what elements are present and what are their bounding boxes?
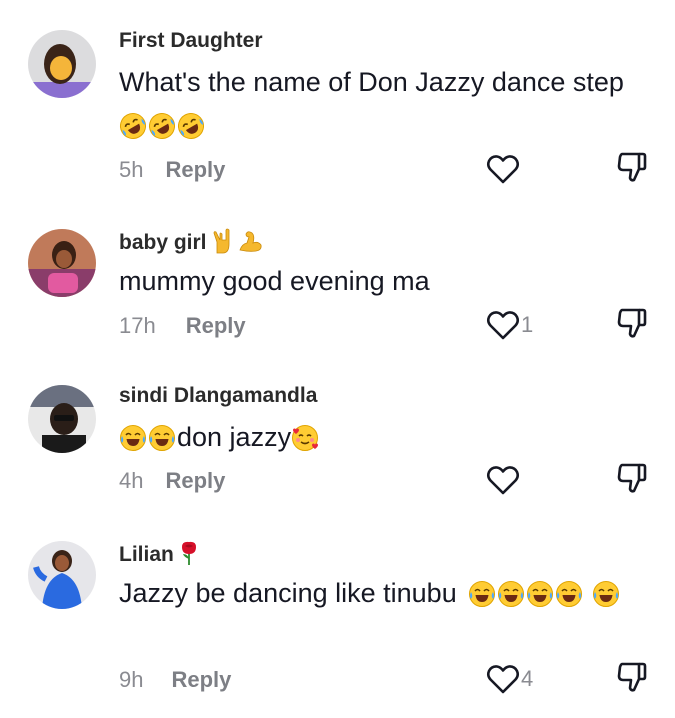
comment-text-content: Jazzy be dancing like tinubu	[119, 578, 457, 608]
like-button[interactable]: 4	[486, 661, 546, 697]
comment-username-text: baby girl	[119, 231, 207, 254]
reply-button[interactable]: Reply	[171, 667, 231, 692]
joy-emoji	[119, 424, 147, 452]
comment-meta: 5h Reply	[119, 157, 225, 183]
avatar[interactable]	[28, 541, 96, 609]
like-button[interactable]	[486, 462, 546, 498]
comment-username-text: Lilian	[119, 543, 174, 566]
comment-username[interactable]: Lilian	[119, 540, 202, 567]
comment-time: 17h	[119, 313, 156, 338]
comment-time: 5h	[119, 157, 144, 182]
comment-text: mummy good evening ma	[119, 260, 639, 303]
comment-text-content: What's the name of Don Jazzy dance step	[119, 67, 624, 97]
like-count: 1	[521, 312, 534, 337]
dislike-button[interactable]	[614, 659, 650, 695]
comment-username[interactable]: sindi Dlangamandla	[119, 384, 317, 408]
joy-emoji	[592, 580, 620, 608]
comment-username[interactable]: First Daughter	[119, 29, 263, 53]
rock-hand-emoji	[211, 228, 237, 254]
reply-button[interactable]: Reply	[186, 313, 246, 338]
thumbs-down-outline-icon	[614, 149, 650, 185]
like-button[interactable]	[486, 151, 546, 187]
comment-time: 4h	[119, 468, 144, 493]
smiling-face-with-hearts-emoji	[291, 424, 319, 452]
thumbs-down-outline-icon	[614, 305, 650, 341]
like-count: 4	[521, 666, 534, 691]
thumbs-down-outline-icon	[614, 460, 650, 496]
reply-button[interactable]: Reply	[165, 468, 225, 493]
dislike-button[interactable]	[614, 305, 650, 341]
rofl-emoji	[148, 112, 176, 140]
avatar[interactable]	[28, 385, 96, 453]
comment-meta: 4h Reply	[119, 468, 225, 494]
joy-emoji	[526, 580, 554, 608]
joy-emoji	[555, 580, 583, 608]
comment-meta: 9h Reply	[119, 667, 231, 693]
joy-emoji	[468, 580, 496, 608]
heart-outline-icon	[486, 153, 520, 185]
reply-button[interactable]: Reply	[165, 157, 225, 182]
comment-text: What's the name of Don Jazzy dance step	[119, 61, 639, 147]
like-button[interactable]: 1	[486, 307, 546, 343]
heart-outline-icon	[486, 309, 520, 341]
comment-text-content: mummy good evening ma	[119, 266, 430, 296]
comment-text: Jazzy be dancing like tinubu	[119, 572, 639, 615]
joy-emoji	[497, 580, 525, 608]
comment-meta: 17h Reply	[119, 313, 246, 339]
flexed-biceps-emoji	[237, 228, 263, 254]
dislike-button[interactable]	[614, 149, 650, 185]
comment-text: don jazzy	[119, 416, 639, 459]
rose-emoji	[176, 540, 202, 566]
rofl-emoji	[177, 112, 205, 140]
rofl-emoji	[119, 112, 147, 140]
comment-text-content: don jazzy	[177, 422, 292, 452]
joy-emoji	[148, 424, 176, 452]
heart-outline-icon	[486, 663, 520, 695]
avatar[interactable]	[28, 229, 96, 297]
dislike-button[interactable]	[614, 460, 650, 496]
avatar[interactable]	[28, 30, 96, 98]
thumbs-down-outline-icon	[614, 659, 650, 695]
comment-time: 9h	[119, 667, 144, 692]
heart-outline-icon	[486, 464, 520, 496]
comment-username[interactable]: baby girl	[119, 228, 263, 255]
